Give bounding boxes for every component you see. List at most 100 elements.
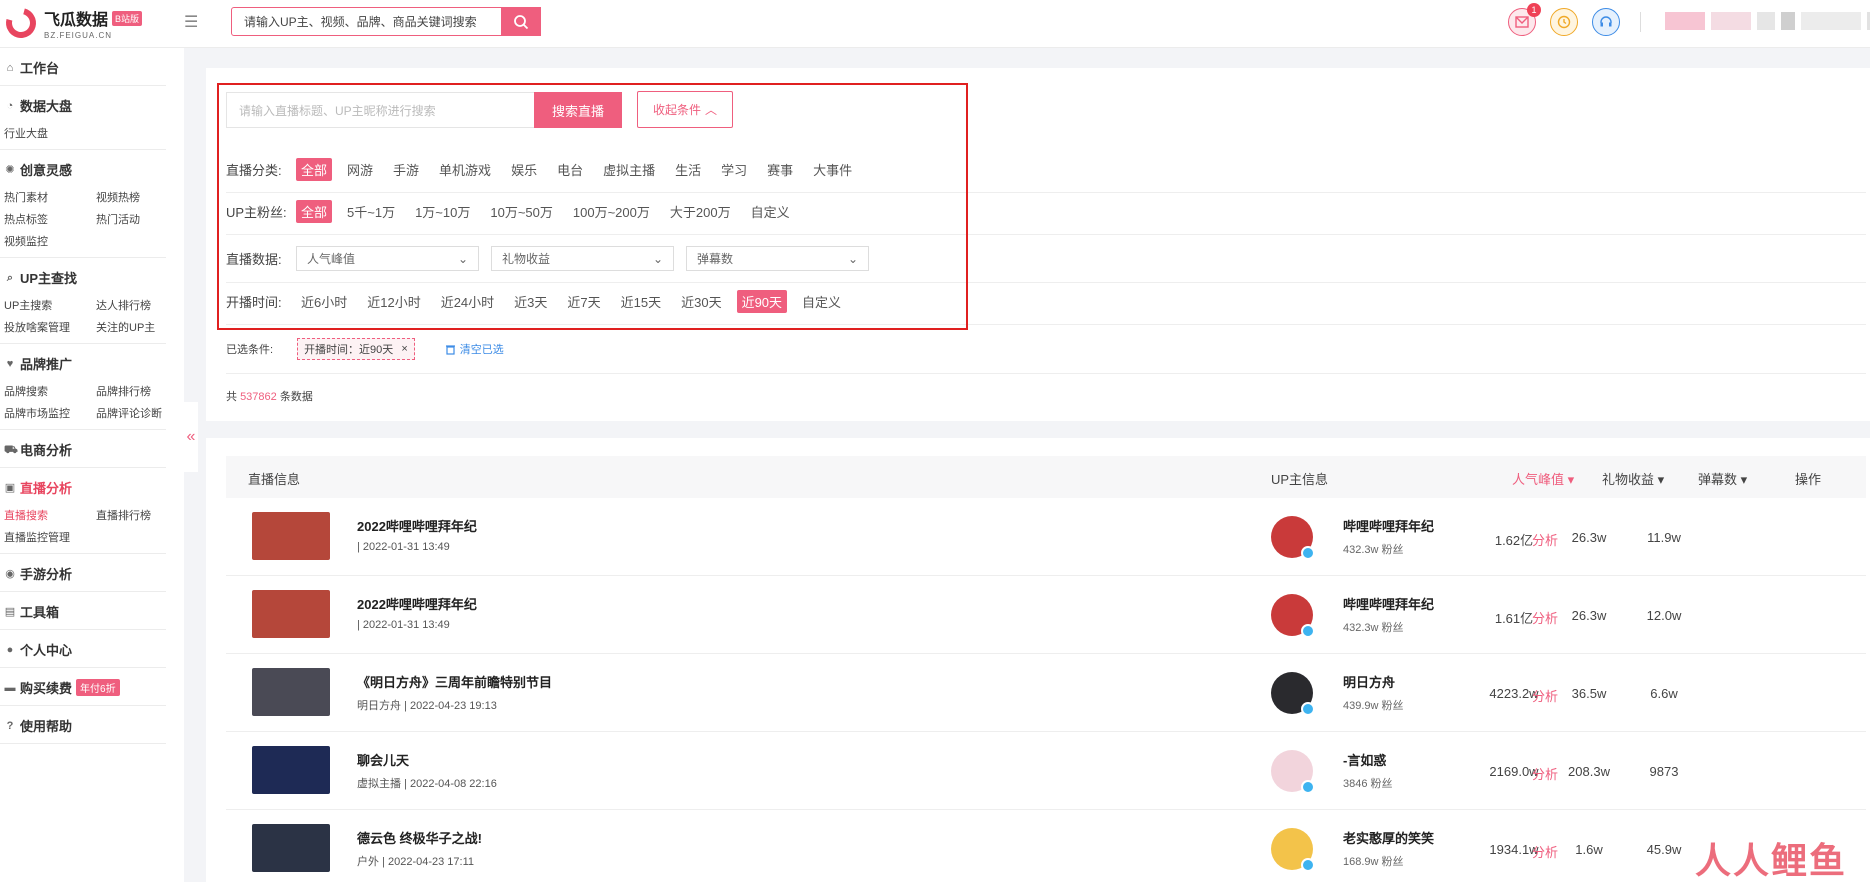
- time-filter-option[interactable]: 近24小时: [436, 290, 499, 313]
- sidebar-item[interactable]: 热点标签: [4, 211, 96, 227]
- category-filter-option[interactable]: 生活: [670, 158, 706, 181]
- category-filter-option[interactable]: 单机游戏: [434, 158, 496, 181]
- header-peak-sort[interactable]: 人气峰值 ▾: [1512, 469, 1574, 488]
- category-filter-option[interactable]: 全部: [296, 158, 333, 181]
- sidebar-item[interactable]: 品牌评论诊断: [96, 405, 188, 421]
- global-search-input[interactable]: 请输入UP主、视频、品牌、商品关键词搜索: [231, 7, 541, 36]
- fans-filter-option[interactable]: 10万~50万: [485, 200, 558, 223]
- history-button[interactable]: [1550, 8, 1578, 36]
- sidebar-item[interactable]: UP主搜索: [4, 297, 96, 313]
- sidebar-item[interactable]: 直播搜索: [4, 507, 96, 523]
- live-title[interactable]: 2022哔哩哔哩拜年纪: [357, 516, 477, 535]
- sidebar-item[interactable]: 视频监控: [4, 233, 96, 249]
- category-filter-option[interactable]: 虚拟主播: [598, 158, 660, 181]
- table-row[interactable]: 《明日方舟》三周年前瞻特别节目 明日方舟 | 2022-04-23 19:13 明日…: [226, 654, 1866, 732]
- analyze-link[interactable]: 分析: [1532, 686, 1558, 705]
- live-title[interactable]: 2022哔哩哔哩拜年纪: [357, 594, 477, 613]
- category-filter-option[interactable]: 赛事: [762, 158, 798, 181]
- nav-head[interactable]: ♥ 品牌推广: [4, 354, 166, 373]
- time-filter-option[interactable]: 近90天: [736, 290, 788, 313]
- up-name[interactable]: 哔哩哔哩拜年纪: [1343, 516, 1434, 535]
- customer-service-button[interactable]: [1592, 8, 1620, 36]
- time-filter-option[interactable]: 近12小时: [362, 290, 425, 313]
- header-danmaku-sort[interactable]: 弹幕数 ▾: [1698, 469, 1747, 488]
- sidebar-item[interactable]: 品牌搜索: [4, 383, 96, 399]
- up-name[interactable]: -言如惑: [1343, 750, 1386, 769]
- sidebar-item[interactable]: 投放啥案管理: [4, 319, 96, 335]
- live-title[interactable]: 聊会儿天: [357, 750, 409, 769]
- fans-filter-option[interactable]: 100万~200万: [568, 200, 655, 223]
- sidebar-item[interactable]: 行业大盘: [4, 125, 96, 141]
- time-filter-option[interactable]: 自定义: [797, 290, 846, 313]
- time-filter-option[interactable]: 近30天: [676, 290, 726, 313]
- category-filter-option[interactable]: 学习: [716, 158, 752, 181]
- fans-filter-option[interactable]: 全部: [296, 200, 333, 223]
- nav-head[interactable]: ? 使用帮助: [4, 716, 166, 735]
- live-thumbnail[interactable]: [252, 512, 330, 560]
- analyze-link[interactable]: 分析: [1532, 764, 1558, 783]
- time-filter-option[interactable]: 近3天: [509, 290, 552, 313]
- category-filter-option[interactable]: 手游: [388, 158, 424, 181]
- global-search-button[interactable]: [501, 7, 541, 36]
- sidebar-item[interactable]: 关注的UP主: [96, 319, 188, 335]
- up-name[interactable]: 明日方舟: [1343, 672, 1395, 691]
- nav-head[interactable]: ◉ 手游分析: [4, 564, 166, 583]
- search-live-button[interactable]: 搜索直播: [534, 92, 622, 128]
- close-icon[interactable]: ×: [401, 343, 407, 355]
- sidebar-item[interactable]: 视频热榜: [96, 189, 188, 205]
- time-filter-option[interactable]: 近7天: [562, 290, 605, 313]
- nav-head[interactable]: ▣ 直播分析: [4, 478, 166, 497]
- menu-toggle-icon[interactable]: ☰: [184, 12, 198, 32]
- sidebar-item[interactable]: 热门素材: [4, 189, 96, 205]
- table-row[interactable]: 2022哔哩哔哩拜年纪 | 2022-01-31 13:49 哔哩哔哩拜年纪 432.…: [226, 576, 1866, 654]
- nav-head[interactable]: ⌕ UP主查找: [4, 268, 166, 287]
- nav-head[interactable]: ◔ 数据大盘: [4, 96, 166, 115]
- category-filter-option[interactable]: 娱乐: [506, 158, 542, 181]
- clear-selected-link[interactable]: 清空已选: [445, 341, 504, 357]
- nav-head[interactable]: ✺ 创意灵感: [4, 160, 166, 179]
- brand-logo[interactable]: 飞瓜数据 B站版 BZ.FEIGUA.CN: [0, 2, 143, 44]
- category-filter-option[interactable]: 网游: [342, 158, 378, 181]
- data-filter-dropdown[interactable]: 弹幕数 ⌄: [686, 246, 869, 271]
- live-thumbnail[interactable]: [252, 590, 330, 638]
- data-filter-dropdown[interactable]: 人气峰值 ⌄: [296, 246, 479, 271]
- fans-filter-option[interactable]: 大于200万: [665, 200, 736, 223]
- user-account-blurred[interactable]: [1665, 12, 1870, 30]
- sidebar-item[interactable]: 品牌市场监控: [4, 405, 96, 421]
- collapse-sidebar-icon[interactable]: «: [184, 402, 198, 472]
- live-thumbnail[interactable]: [252, 824, 330, 872]
- nav-head[interactable]: ⛟ 电商分析: [4, 440, 166, 459]
- time-filter-option[interactable]: 近15天: [616, 290, 666, 313]
- live-thumbnail[interactable]: [252, 668, 330, 716]
- selected-condition-chip[interactable]: 开播时间：近90天 ×: [297, 338, 415, 360]
- header-gift-sort[interactable]: 礼物收益 ▾: [1602, 469, 1664, 488]
- nav-head[interactable]: ⌂ 工作台: [4, 58, 166, 77]
- fans-filter-option[interactable]: 1万~10万: [410, 200, 475, 223]
- sidebar-item[interactable]: 热门活动: [96, 211, 188, 227]
- table-row[interactable]: 德云色 终极华子之战! 户外 | 2022-04-23 17:11 老实憨厚的笑笑 1…: [226, 810, 1866, 882]
- category-filter-option[interactable]: 大事件: [808, 158, 857, 181]
- nav-head[interactable]: ▬ 购买续费 年付6折: [4, 678, 166, 697]
- analyze-link[interactable]: 分析: [1532, 842, 1558, 861]
- up-name[interactable]: 老实憨厚的笑笑: [1343, 828, 1434, 847]
- nav-head[interactable]: ● 个人中心: [4, 640, 166, 659]
- analyze-link[interactable]: 分析: [1532, 608, 1558, 627]
- category-filter-option[interactable]: 电台: [552, 158, 588, 181]
- sidebar-item[interactable]: 直播监控管理: [4, 529, 96, 545]
- nav-head[interactable]: ▤ 工具箱: [4, 602, 166, 621]
- fans-filter-option[interactable]: 自定义: [746, 200, 795, 223]
- time-filter-option[interactable]: 近6小时: [296, 290, 352, 313]
- fans-filter-option[interactable]: 5千~1万: [342, 200, 400, 223]
- live-thumbnail[interactable]: [252, 746, 330, 794]
- live-search-input[interactable]: 请输入直播标题、UP主昵称进行搜索: [226, 92, 546, 128]
- up-name[interactable]: 哔哩哔哩拜年纪: [1343, 594, 1434, 613]
- collapse-filters-button[interactable]: 收起条件 ︿: [637, 91, 733, 128]
- table-row[interactable]: 2022哔哩哔哩拜年纪 | 2022-01-31 13:49 哔哩哔哩拜年纪 432.…: [226, 498, 1866, 576]
- message-button[interactable]: 1: [1508, 3, 1541, 36]
- sidebar-item[interactable]: 直播排行榜: [96, 507, 188, 523]
- live-title[interactable]: 《明日方舟》三周年前瞻特别节目: [357, 672, 552, 691]
- sidebar-item[interactable]: 品牌排行榜: [96, 383, 188, 399]
- analyze-link[interactable]: 分析: [1532, 530, 1558, 549]
- live-title[interactable]: 德云色 终极华子之战!: [357, 828, 482, 847]
- data-filter-dropdown[interactable]: 礼物收益 ⌄: [491, 246, 674, 271]
